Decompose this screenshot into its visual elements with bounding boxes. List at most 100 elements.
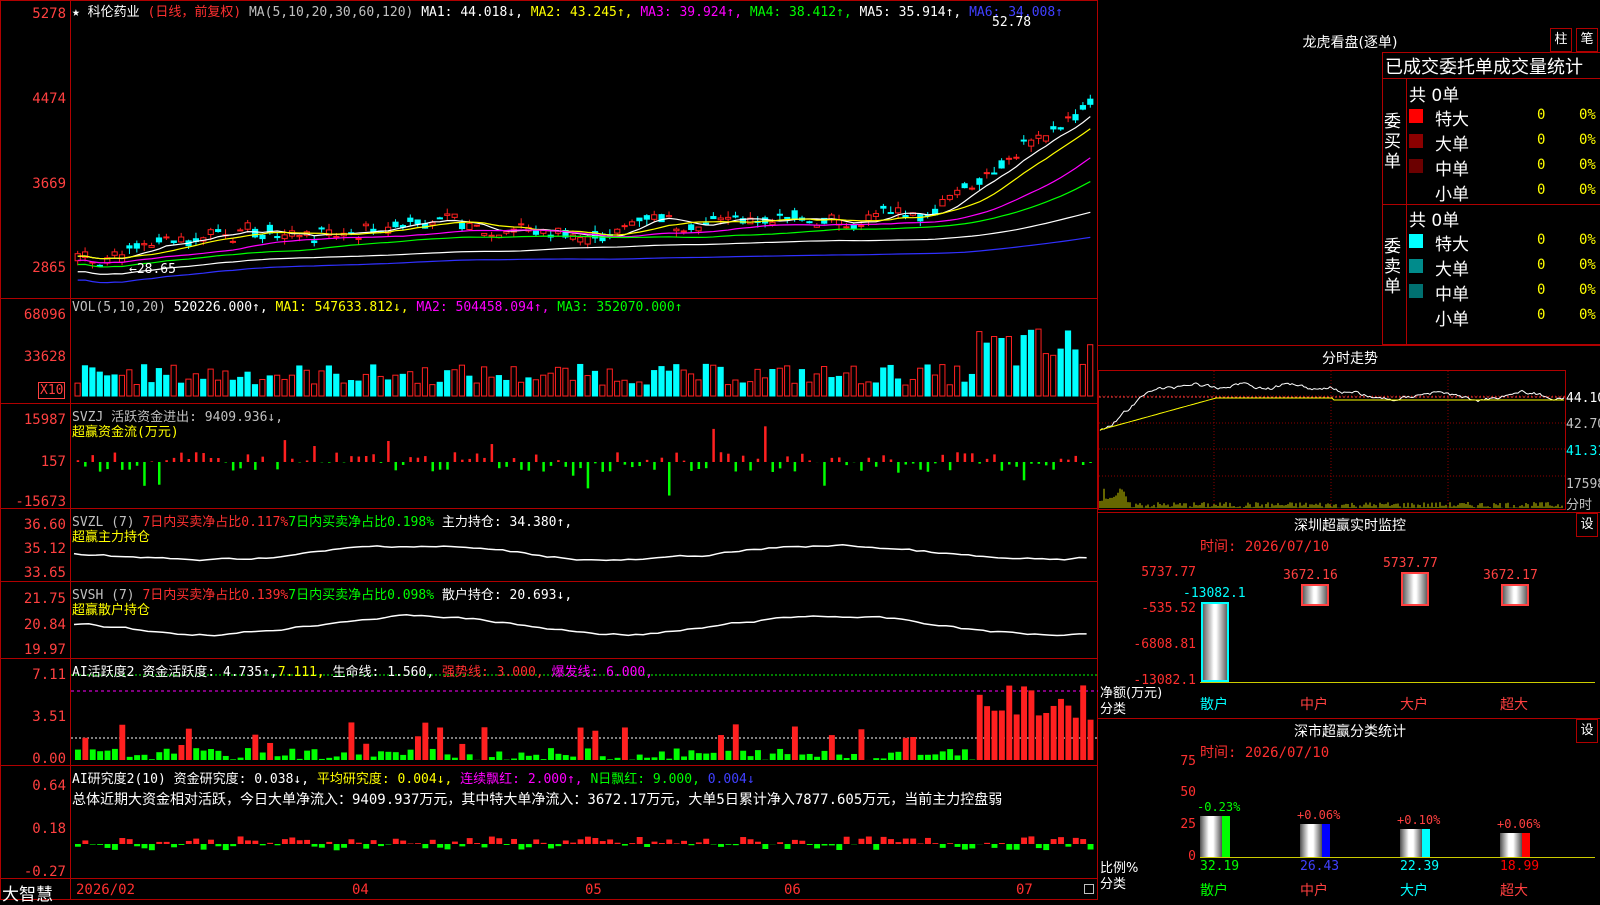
volume-bar xyxy=(829,378,834,396)
sz-monitor-bar[interactable] xyxy=(1301,584,1329,605)
order-swatch xyxy=(1409,109,1423,123)
research-bar xyxy=(245,840,251,844)
activity-bar xyxy=(992,711,998,760)
research-bar xyxy=(119,838,125,844)
sz-class-settings-button[interactable]: 设 xyxy=(1576,719,1598,743)
research-bar xyxy=(984,843,990,844)
buy-total: 共 0单 xyxy=(1409,81,1459,106)
sz-monitor-value-label: -13082.1 xyxy=(1183,586,1246,601)
candle-body xyxy=(1029,140,1034,146)
flow-bar xyxy=(387,441,390,462)
volume-bar xyxy=(260,379,265,396)
sz-monitor-bar[interactable] xyxy=(1501,584,1529,605)
sz-monitor-settings-button[interactable]: 设 xyxy=(1576,513,1598,537)
activity-bar xyxy=(592,731,598,760)
order-row: 小单00% xyxy=(1409,304,1599,328)
flow-bar xyxy=(978,462,981,464)
activity-bar xyxy=(297,759,303,760)
activity-bar xyxy=(607,759,613,760)
flow-bar xyxy=(661,458,664,462)
sz-monitor-category: 中户 xyxy=(1300,694,1328,714)
candle-body xyxy=(216,230,221,232)
activity-bar xyxy=(238,758,244,760)
flow-bar xyxy=(653,462,656,470)
candle-body xyxy=(711,217,716,219)
volume-bar xyxy=(888,365,893,396)
volume-bar xyxy=(918,368,923,396)
volume-bar xyxy=(297,366,302,396)
activity-bar xyxy=(659,751,665,760)
candle-body xyxy=(238,230,243,231)
ai-activity-d: 强势线: 3.000, xyxy=(442,665,544,680)
activity-bar xyxy=(119,725,125,760)
sz-monitor-bar[interactable] xyxy=(1201,602,1229,682)
flow-bar xyxy=(254,462,257,470)
volume-bar xyxy=(548,373,553,396)
research-bar xyxy=(910,839,916,844)
x-axis-label: 05 xyxy=(585,882,602,898)
flow-bar xyxy=(594,462,597,463)
activity-bar xyxy=(925,755,931,760)
flow-bar xyxy=(587,462,590,488)
volume-bar xyxy=(1080,364,1085,396)
flow-bar xyxy=(195,452,198,462)
activity-bar xyxy=(178,745,184,760)
activity-bar xyxy=(799,755,805,760)
volume-bar xyxy=(762,378,767,396)
sz-class-bar[interactable] xyxy=(1200,816,1230,857)
sz-monitor-bar[interactable] xyxy=(1401,572,1429,606)
candle-body xyxy=(1006,158,1011,159)
research-bar xyxy=(548,844,554,848)
svsh-c: 散户持仓: 20.693↓, xyxy=(442,588,572,603)
candle-body xyxy=(127,246,132,248)
sz-class-bar[interactable] xyxy=(1500,833,1530,857)
candle-body xyxy=(896,208,901,213)
research-bar xyxy=(496,838,502,844)
volume-bar xyxy=(607,369,612,396)
candlestick-chart[interactable] xyxy=(0,0,1098,900)
activity-bar xyxy=(703,754,709,760)
activity-bar xyxy=(895,752,901,760)
volume-bar xyxy=(400,374,405,396)
lock-icon[interactable] xyxy=(1084,884,1094,894)
svzl-c: 主力持仓: 34.380↑, xyxy=(442,515,572,530)
volume-bar xyxy=(740,383,745,396)
research-bar xyxy=(1058,837,1064,844)
volume-bar xyxy=(215,380,220,396)
volume-bar xyxy=(652,371,657,396)
candle-body xyxy=(437,218,442,219)
research-bar xyxy=(415,843,421,844)
volume-bar xyxy=(334,374,339,396)
research-bar xyxy=(969,844,975,848)
activity-bar xyxy=(725,751,731,760)
candle-body xyxy=(578,238,583,242)
volume-bar xyxy=(90,368,95,396)
volume-bar xyxy=(467,376,472,396)
candle-body xyxy=(955,190,960,194)
vol-header: VOL(5,10,20) 520226.000↑, MA1: 547633.81… xyxy=(72,300,683,315)
flow-bar xyxy=(143,462,146,486)
order-swatch xyxy=(1409,259,1423,273)
intraday-y-tick: 41.31 xyxy=(1566,444,1600,459)
intraday-chart[interactable] xyxy=(1098,370,1566,510)
candle-body xyxy=(644,216,649,220)
volume-bar xyxy=(127,370,132,396)
activity-bar xyxy=(348,722,354,760)
sz-class-bar[interactable] xyxy=(1300,824,1330,857)
candle-body xyxy=(415,220,420,224)
activity-bar xyxy=(186,729,192,760)
volume-bar xyxy=(822,367,827,396)
bar-mode-button[interactable]: 柱 xyxy=(1550,28,1572,52)
volume-bar xyxy=(230,380,235,396)
research-bar xyxy=(674,843,680,844)
candle-body xyxy=(785,217,790,218)
flow-bar xyxy=(114,453,117,462)
star-icon[interactable]: ★ xyxy=(72,5,80,20)
flow-bar xyxy=(372,454,375,462)
candle-body xyxy=(489,235,494,236)
volume-bar xyxy=(1058,349,1063,396)
svsh-y-tick: 21.75 xyxy=(0,591,66,607)
tick-mode-button[interactable]: 笔 xyxy=(1576,28,1598,52)
sz-class-bar[interactable] xyxy=(1400,829,1430,857)
sz-class-category: 大户 xyxy=(1400,880,1428,900)
